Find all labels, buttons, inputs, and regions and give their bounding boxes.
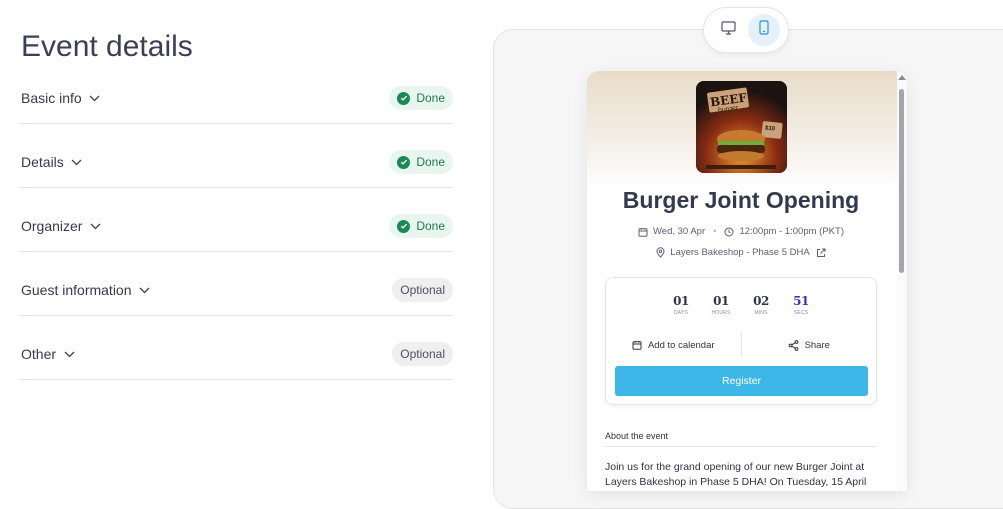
share-icon xyxy=(788,339,799,351)
countdown-secs: 51 SECS xyxy=(793,294,809,316)
countdown-days: 01 DAYS xyxy=(673,294,689,316)
chevron-down-icon xyxy=(139,284,151,296)
share-button[interactable]: Share xyxy=(742,332,877,358)
card-actions: Add to calendar Share xyxy=(606,332,876,358)
external-link-icon xyxy=(816,248,826,258)
scrollbar-thumb[interactable] xyxy=(899,89,904,273)
page-title: Event details xyxy=(21,30,193,63)
chevron-down-icon xyxy=(89,220,101,232)
section-details[interactable]: Details Done xyxy=(21,150,453,188)
scroll-up-arrow-icon[interactable] xyxy=(898,75,906,80)
monitor-icon xyxy=(720,20,736,40)
clock-icon xyxy=(724,227,734,237)
event-time: 12:00pm - 1:00pm (PKT) xyxy=(739,226,844,237)
section-label: Guest information xyxy=(21,282,132,298)
section-organizer[interactable]: Organizer Done xyxy=(21,214,453,252)
section-other[interactable]: Other Optional xyxy=(21,342,453,380)
calendar-icon xyxy=(632,340,642,350)
event-title: Burger Joint Opening xyxy=(622,187,860,213)
device-toggle xyxy=(703,7,789,53)
mobile-view-button[interactable] xyxy=(748,14,780,46)
add-to-calendar-button[interactable]: Add to calendar xyxy=(606,332,741,358)
section-guest-information[interactable]: Guest information Optional xyxy=(21,278,453,316)
event-location: Layers Bakeshop - Phase 5 DHA xyxy=(670,247,810,258)
countdown-timer: 01 DAYS 01 HOURS 02 MINS 51 SECS xyxy=(606,294,876,316)
section-label: Other xyxy=(21,346,57,362)
check-circle-icon xyxy=(397,91,411,105)
event-location-row[interactable]: Layers Bakeshop - Phase 5 DHA xyxy=(587,247,895,258)
section-basic-info[interactable]: Basic info Done xyxy=(21,86,453,124)
status-badge: Done xyxy=(389,150,453,174)
status-badge: Done xyxy=(389,86,453,110)
about-event-text: Join us for the grand opening of our new… xyxy=(605,461,867,488)
chevron-down-icon xyxy=(89,92,101,104)
countdown-mins: 02 MINS xyxy=(753,294,769,316)
separator-dot: • xyxy=(713,226,717,237)
registration-card: 01 DAYS 01 HOURS 02 MINS 51 SECS Add to … xyxy=(605,277,877,405)
desktop-view-button[interactable] xyxy=(712,14,744,46)
event-date-time: Wed, 30 Apr • 12:00pm - 1:00pm (PKT) xyxy=(587,226,895,237)
countdown-hours: 01 HOURS xyxy=(711,294,731,316)
location-pin-icon xyxy=(656,247,665,258)
event-cover-image: BEEF burger $10 xyxy=(696,81,787,173)
about-event-heading: About the event xyxy=(605,431,669,441)
chevron-down-icon xyxy=(71,156,83,168)
register-button[interactable]: Register xyxy=(615,366,868,396)
chevron-down-icon xyxy=(63,348,75,360)
mobile-phone-icon xyxy=(759,20,769,40)
status-badge: Done xyxy=(389,214,453,238)
section-label: Basic info xyxy=(21,90,82,106)
calendar-icon xyxy=(638,227,648,237)
mobile-event-preview: BEEF burger $10 Burger Joint Opening Wed… xyxy=(587,71,907,491)
status-badge: Optional xyxy=(392,342,453,366)
section-label: Details xyxy=(21,154,64,170)
status-badge: Optional xyxy=(392,278,453,302)
event-date: Wed, 30 Apr xyxy=(653,226,706,237)
check-circle-icon xyxy=(397,219,411,233)
cover-text-price: $10 xyxy=(764,125,776,133)
section-label: Organizer xyxy=(21,218,83,234)
check-circle-icon xyxy=(397,155,411,169)
about-divider xyxy=(605,446,877,447)
